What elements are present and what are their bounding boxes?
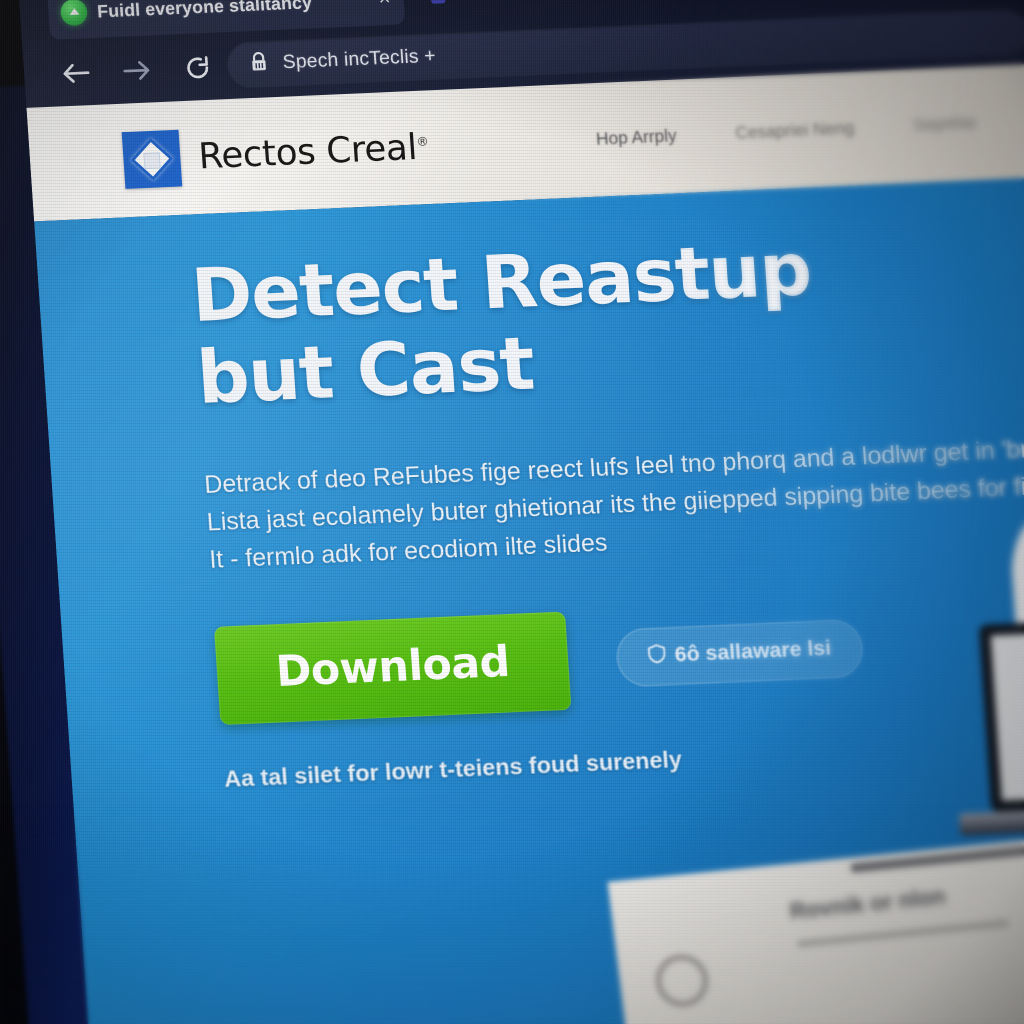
footer-title: Rovnik or nlon bbox=[788, 883, 947, 924]
brand-name: Rectos Creal® bbox=[197, 127, 429, 178]
reload-icon[interactable] bbox=[179, 50, 216, 86]
close-icon[interactable]: × bbox=[375, 0, 394, 10]
blue-extension-icon[interactable] bbox=[420, 0, 457, 13]
hero-body-text: Detrack of deo ReFubes fige reect lufs l… bbox=[203, 433, 1024, 580]
nav-item-3[interactable]: Sepnhie bbox=[912, 113, 977, 136]
monitor-screen: Fuidl everyone stalitancy × bbox=[18, 0, 1024, 1024]
address-bar-text: Spech incTeclis + bbox=[282, 45, 437, 74]
hero-caption: Aa tal silet for lowr t-teiens foud sure… bbox=[223, 745, 683, 792]
secondary-button-label: 6ô sallaware lsi bbox=[673, 636, 832, 667]
cta-row: Download 6ô sallaware lsi bbox=[213, 593, 991, 725]
forward-arrow-icon[interactable] bbox=[118, 53, 155, 89]
monitor-photo: Fuidl everyone stalitancy × bbox=[0, 0, 1024, 1024]
nav-item-1[interactable]: Hop Arrply bbox=[595, 126, 677, 150]
nav-item-2[interactable]: Cesapriei Neng bbox=[735, 119, 855, 144]
green-download-circle-icon bbox=[59, 0, 88, 27]
shield-check-icon bbox=[647, 643, 667, 669]
hero-content: Detect Reastup but Cast Detrack of deo R… bbox=[189, 226, 1024, 793]
secondary-button[interactable]: 6ô sallaware lsi bbox=[615, 618, 865, 687]
blue-diamond-logo bbox=[121, 129, 183, 189]
monitor-screen-wrap: Fuidl everyone stalitancy × bbox=[0, 0, 1024, 1024]
browser-tab-title: Fuidl everyone stalitancy bbox=[96, 0, 313, 21]
page-title: Detect Reastup but Cast bbox=[189, 226, 970, 421]
brand-logo[interactable]: Rectos Creal® bbox=[121, 119, 431, 189]
site-nav: Hop Arrply Cesapriei Neng Sepnhie Neet T… bbox=[595, 108, 1024, 150]
footer-bar bbox=[796, 919, 1010, 948]
circle-icon bbox=[652, 951, 712, 1010]
back-arrow-icon[interactable] bbox=[58, 55, 95, 91]
padlock-icon bbox=[248, 51, 269, 78]
trademark-symbol: ® bbox=[416, 134, 429, 150]
download-button[interactable]: Download bbox=[213, 611, 572, 725]
